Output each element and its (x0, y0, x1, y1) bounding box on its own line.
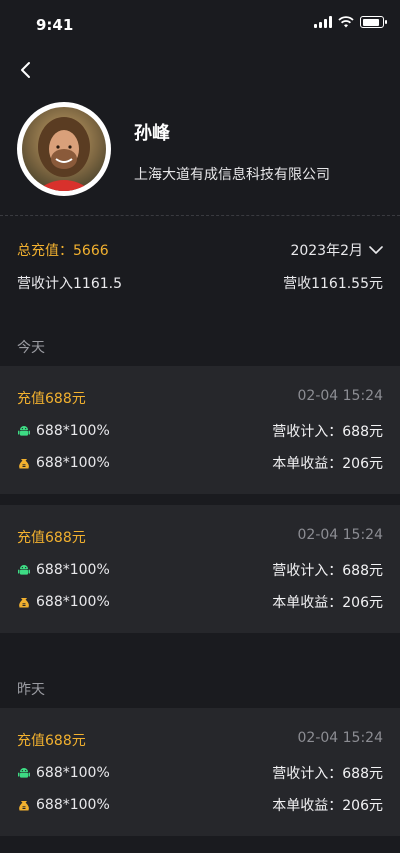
record-revenue-in: 营收计入：688元 (272, 563, 383, 579)
record-row-profit: 688*100% 本单收益：206元 (17, 795, 383, 815)
record-title: 充值688元 (17, 391, 86, 407)
status-time: 9:41 (36, 16, 74, 34)
chevron-left-icon (21, 62, 30, 78)
total-recharge-value: 5666 (73, 243, 109, 259)
record-row-revenue-in: 688*100% 营收计入：688元 (17, 763, 383, 783)
battery-level (362, 18, 379, 26)
android-icon (18, 768, 30, 778)
record-time: 02-04 15:24 (297, 388, 383, 404)
month-selector[interactable]: 2023年2月 (290, 240, 383, 260)
chevron-down-icon (369, 246, 383, 254)
record-row-revenue-in: 688*100% 营收计入：688元 (17, 560, 383, 580)
record-row-profit: 688*100% 本单收益：206元 (17, 453, 383, 473)
record-rate: 688*100% (36, 594, 110, 610)
cellular-signal-icon (314, 16, 332, 28)
month-label: 2023年2月 (290, 243, 363, 259)
record-profit: 本单收益：206元 (272, 595, 383, 611)
record-time: 02-04 15:24 (297, 730, 383, 746)
record-rate: 688*100% (36, 455, 110, 471)
profile-company: 上海大道有成信息科技有限公司 (134, 167, 330, 183)
wifi-icon (338, 16, 354, 28)
record-time: 02-04 15:24 (297, 527, 383, 543)
avatar (17, 102, 111, 196)
total-recharge-label: 总充值： (17, 243, 73, 259)
status-icons (314, 16, 387, 28)
revenue-summary: 营收1161.55元 (283, 276, 383, 292)
money-bag-icon (19, 801, 29, 811)
record-rate: 688*100% (36, 423, 110, 439)
avatar-photo (22, 107, 106, 191)
record-row-profit: 688*100% 本单收益：206元 (17, 592, 383, 612)
revenue-in-summary: 营收计入1161.5 (17, 276, 122, 292)
android-icon (18, 426, 30, 436)
money-bag-icon (19, 459, 29, 469)
record-rate: 688*100% (36, 797, 110, 813)
record-card[interactable]: 充值688元 02-04 15:24 688*100% 营收计入：688元 68… (0, 505, 400, 633)
record-row-revenue-in: 688*100% 营收计入：688元 (17, 421, 383, 441)
record-profit: 本单收益：206元 (272, 798, 383, 814)
status-bar: 9:41 (0, 0, 400, 50)
section-label-yesterday: 昨天 (17, 682, 45, 698)
total-recharge: 总充值：5666 (17, 240, 109, 260)
money-bag-icon (19, 598, 29, 608)
record-profit: 本单收益：206元 (272, 456, 383, 472)
profile-name: 孙峰 (134, 123, 170, 144)
battery-icon (360, 16, 387, 28)
record-title: 充值688元 (17, 530, 86, 546)
record-card[interactable]: 充值688元 02-04 15:24 688*100% 营收计入：688元 68… (0, 366, 400, 494)
record-revenue-in: 营收计入：688元 (272, 424, 383, 440)
record-title: 充值688元 (17, 733, 86, 749)
record-rate: 688*100% (36, 765, 110, 781)
android-icon (18, 565, 30, 575)
section-label-today: 今天 (17, 340, 45, 356)
record-rate: 688*100% (36, 562, 110, 578)
record-card[interactable]: 充值688元 02-04 15:24 688*100% 营收计入：688元 68… (0, 708, 400, 836)
back-button[interactable] (12, 56, 40, 84)
dashed-divider (0, 215, 400, 216)
record-revenue-in: 营收计入：688元 (272, 766, 383, 782)
